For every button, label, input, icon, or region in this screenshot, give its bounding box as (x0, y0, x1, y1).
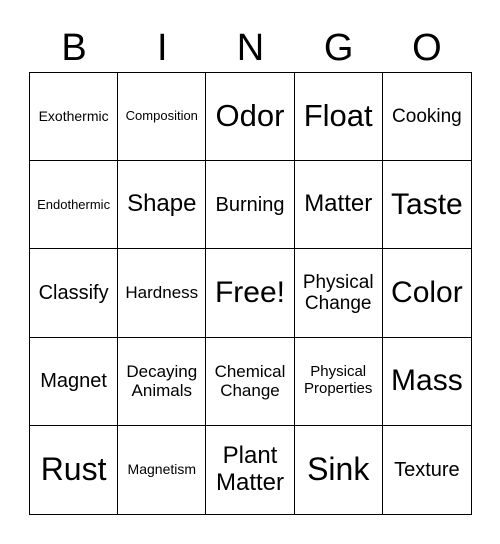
header-letter-i: I (157, 27, 168, 69)
cell-label: Burning (215, 193, 285, 216)
cell-label: Decaying Animals (126, 362, 198, 401)
cell-label: Shape (127, 190, 197, 218)
bingo-cell[interactable]: Chemical Change (206, 337, 295, 426)
cell-label: Matter (304, 190, 373, 218)
cell-label: Physical Properties (304, 363, 373, 398)
cell-label: Float (303, 98, 373, 134)
header-letter-b: B (61, 27, 87, 69)
cell-label: Chemical Change (214, 362, 286, 401)
bingo-cell[interactable]: Classify (30, 249, 119, 338)
free-space-cell[interactable]: Free! (206, 249, 295, 338)
cell-label: Plant Matter (215, 442, 284, 496)
bingo-cell[interactable]: Sink (295, 425, 383, 514)
bingo-cell[interactable]: Cooking (382, 73, 471, 162)
bingo-cell[interactable]: Endothermic (30, 161, 119, 250)
cell-label: Physical Change (302, 271, 374, 314)
bingo-cell[interactable]: Matter (294, 161, 383, 250)
cell-label: Sink (307, 450, 370, 487)
cell-label: Endothermic (37, 196, 111, 212)
bingo-cell[interactable]: Odor (206, 73, 295, 162)
cell-label: Cooking (392, 105, 462, 127)
bingo-cell[interactable]: Exothermic (30, 73, 119, 162)
cell-label: Odor (215, 98, 285, 134)
bingo-cell[interactable]: Physical Properties (294, 337, 383, 426)
bingo-cell[interactable]: Color (382, 249, 471, 338)
bingo-header: B I N G O (30, 26, 471, 70)
bingo-cell[interactable]: Float (294, 73, 383, 162)
cell-label: Rust (40, 450, 107, 487)
bingo-cell[interactable]: Taste (382, 161, 471, 250)
bingo-cell[interactable]: Magnet (30, 337, 119, 426)
bingo-cell[interactable]: Plant Matter (206, 425, 295, 514)
cell-label: Color (391, 276, 463, 310)
cell-label: Exothermic (38, 107, 109, 124)
bingo-cell[interactable]: Composition (118, 73, 207, 162)
cell-label: Magnet (40, 370, 107, 392)
cell-label: Classify (38, 281, 109, 304)
cell-label: Hardness (125, 283, 199, 303)
bingo-cell[interactable]: Rust (30, 425, 119, 514)
bingo-cell[interactable]: Burning (206, 161, 295, 250)
bingo-cell[interactable]: Magnetism (118, 425, 207, 514)
cell-label: Free! (214, 276, 285, 310)
header-letter-o: O (412, 27, 442, 69)
bingo-grid: Exothermic Composition Odor Float Cooking End… (29, 72, 472, 515)
bingo-cell[interactable]: Hardness (118, 249, 207, 338)
bingo-cell[interactable]: Mass (382, 338, 471, 426)
bingo-cell[interactable]: Decaying Animals (118, 337, 207, 426)
cell-label: Texture (394, 458, 460, 481)
bingo-cell[interactable]: Physical Change (294, 249, 383, 338)
cell-label: Taste (391, 187, 463, 221)
header-letter-n: N (236, 27, 265, 69)
bingo-cell[interactable]: Texture (383, 426, 471, 514)
cell-label: Composition (125, 108, 198, 124)
header-letter-g: G (323, 27, 354, 69)
cell-label: Mass (391, 364, 463, 398)
cell-label: Magnetism (127, 461, 197, 478)
bingo-cell[interactable]: Shape (118, 161, 207, 250)
